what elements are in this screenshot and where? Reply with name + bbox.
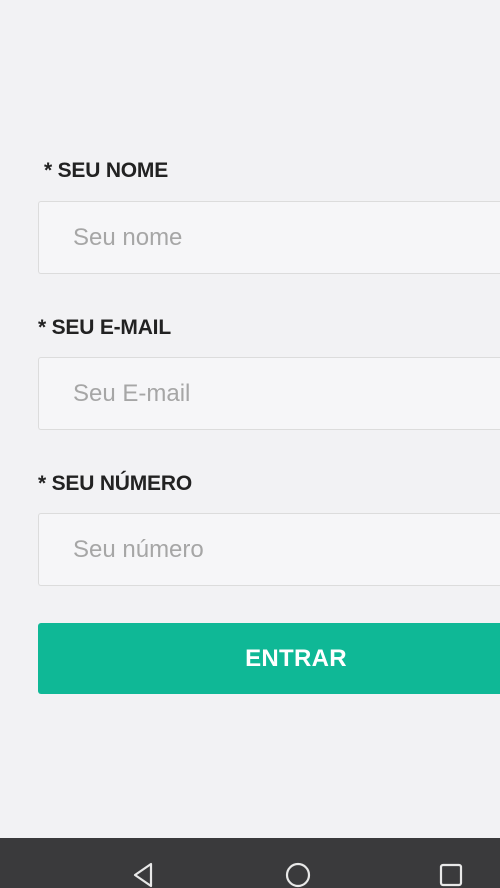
- number-label: * SEU NÚMERO: [38, 472, 192, 495]
- recent-apps-square-icon: [439, 863, 463, 887]
- email-label: * SEU E-MAIL: [38, 316, 171, 339]
- home-button[interactable]: [267, 838, 327, 888]
- name-label: * SEU NOME: [44, 159, 169, 182]
- registration-form: * SEU NOME * SEU E-MAIL * SEU NÚMERO ENT…: [0, 0, 500, 838]
- back-triangle-icon: [133, 862, 153, 888]
- home-circle-icon: [285, 862, 311, 888]
- back-button[interactable]: [114, 838, 174, 888]
- name-input[interactable]: [38, 201, 500, 274]
- enter-button[interactable]: ENTRAR: [38, 623, 500, 694]
- email-input[interactable]: [38, 357, 500, 430]
- recent-apps-button[interactable]: [420, 838, 480, 888]
- android-navigation-bar: [0, 838, 500, 888]
- enter-button-label: ENTRAR: [245, 645, 347, 672]
- number-input[interactable]: [38, 513, 500, 586]
